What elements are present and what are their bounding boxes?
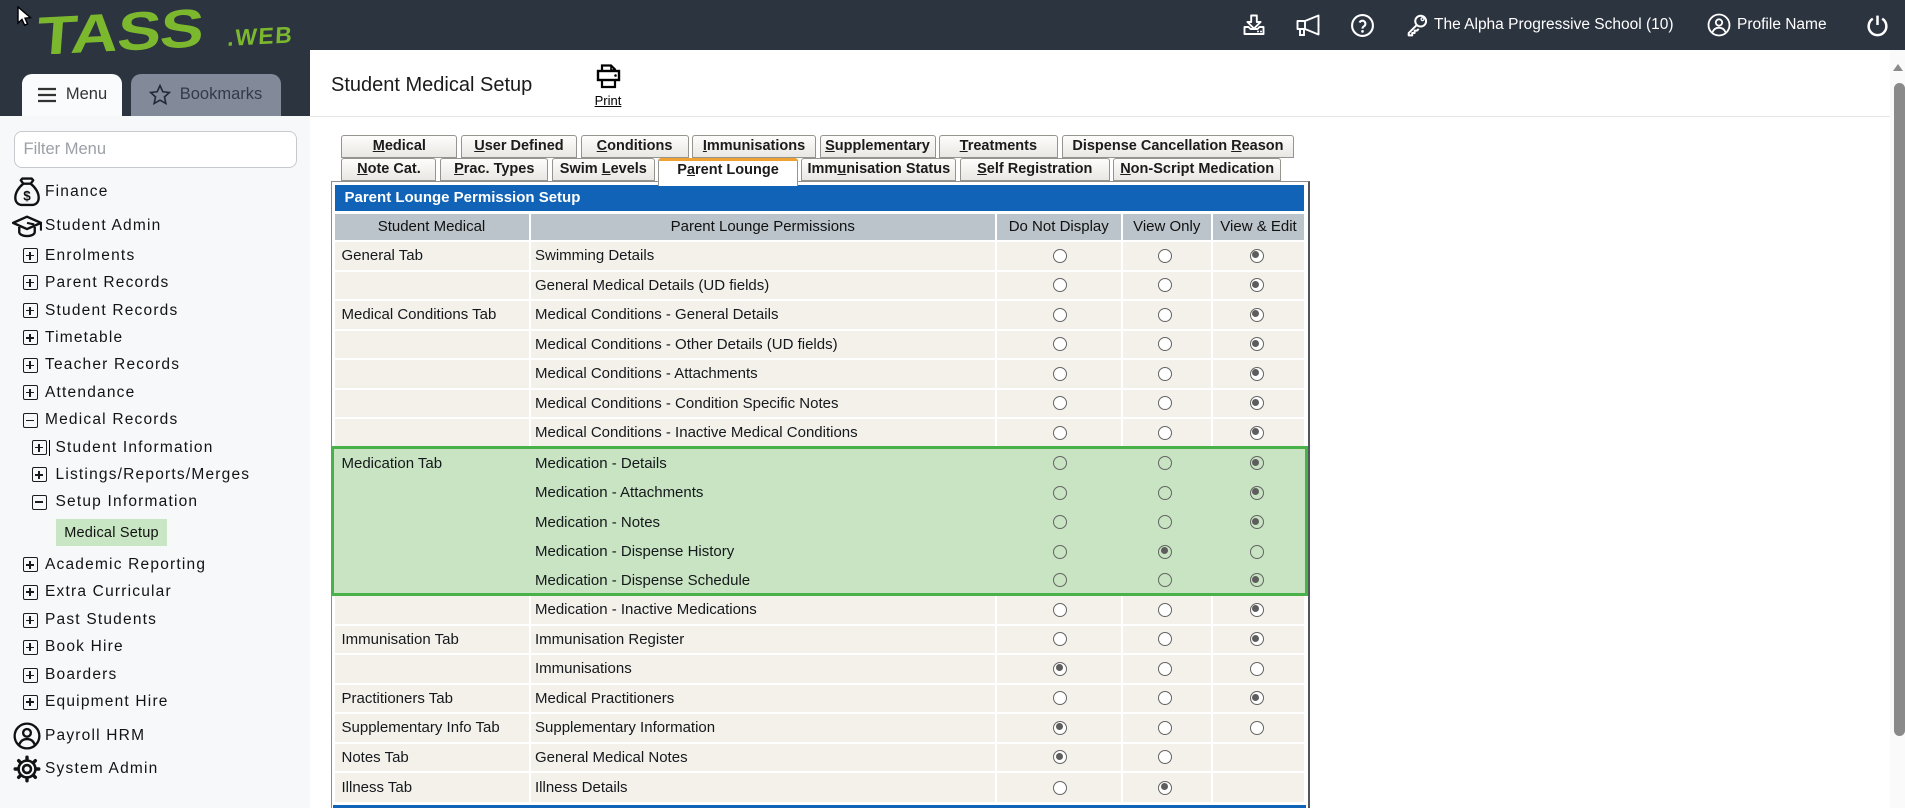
svg-text:TASS: TASS	[38, 4, 205, 54]
svg-text:.WEB: .WEB	[227, 21, 294, 50]
svg-text:$: $	[23, 189, 31, 204]
